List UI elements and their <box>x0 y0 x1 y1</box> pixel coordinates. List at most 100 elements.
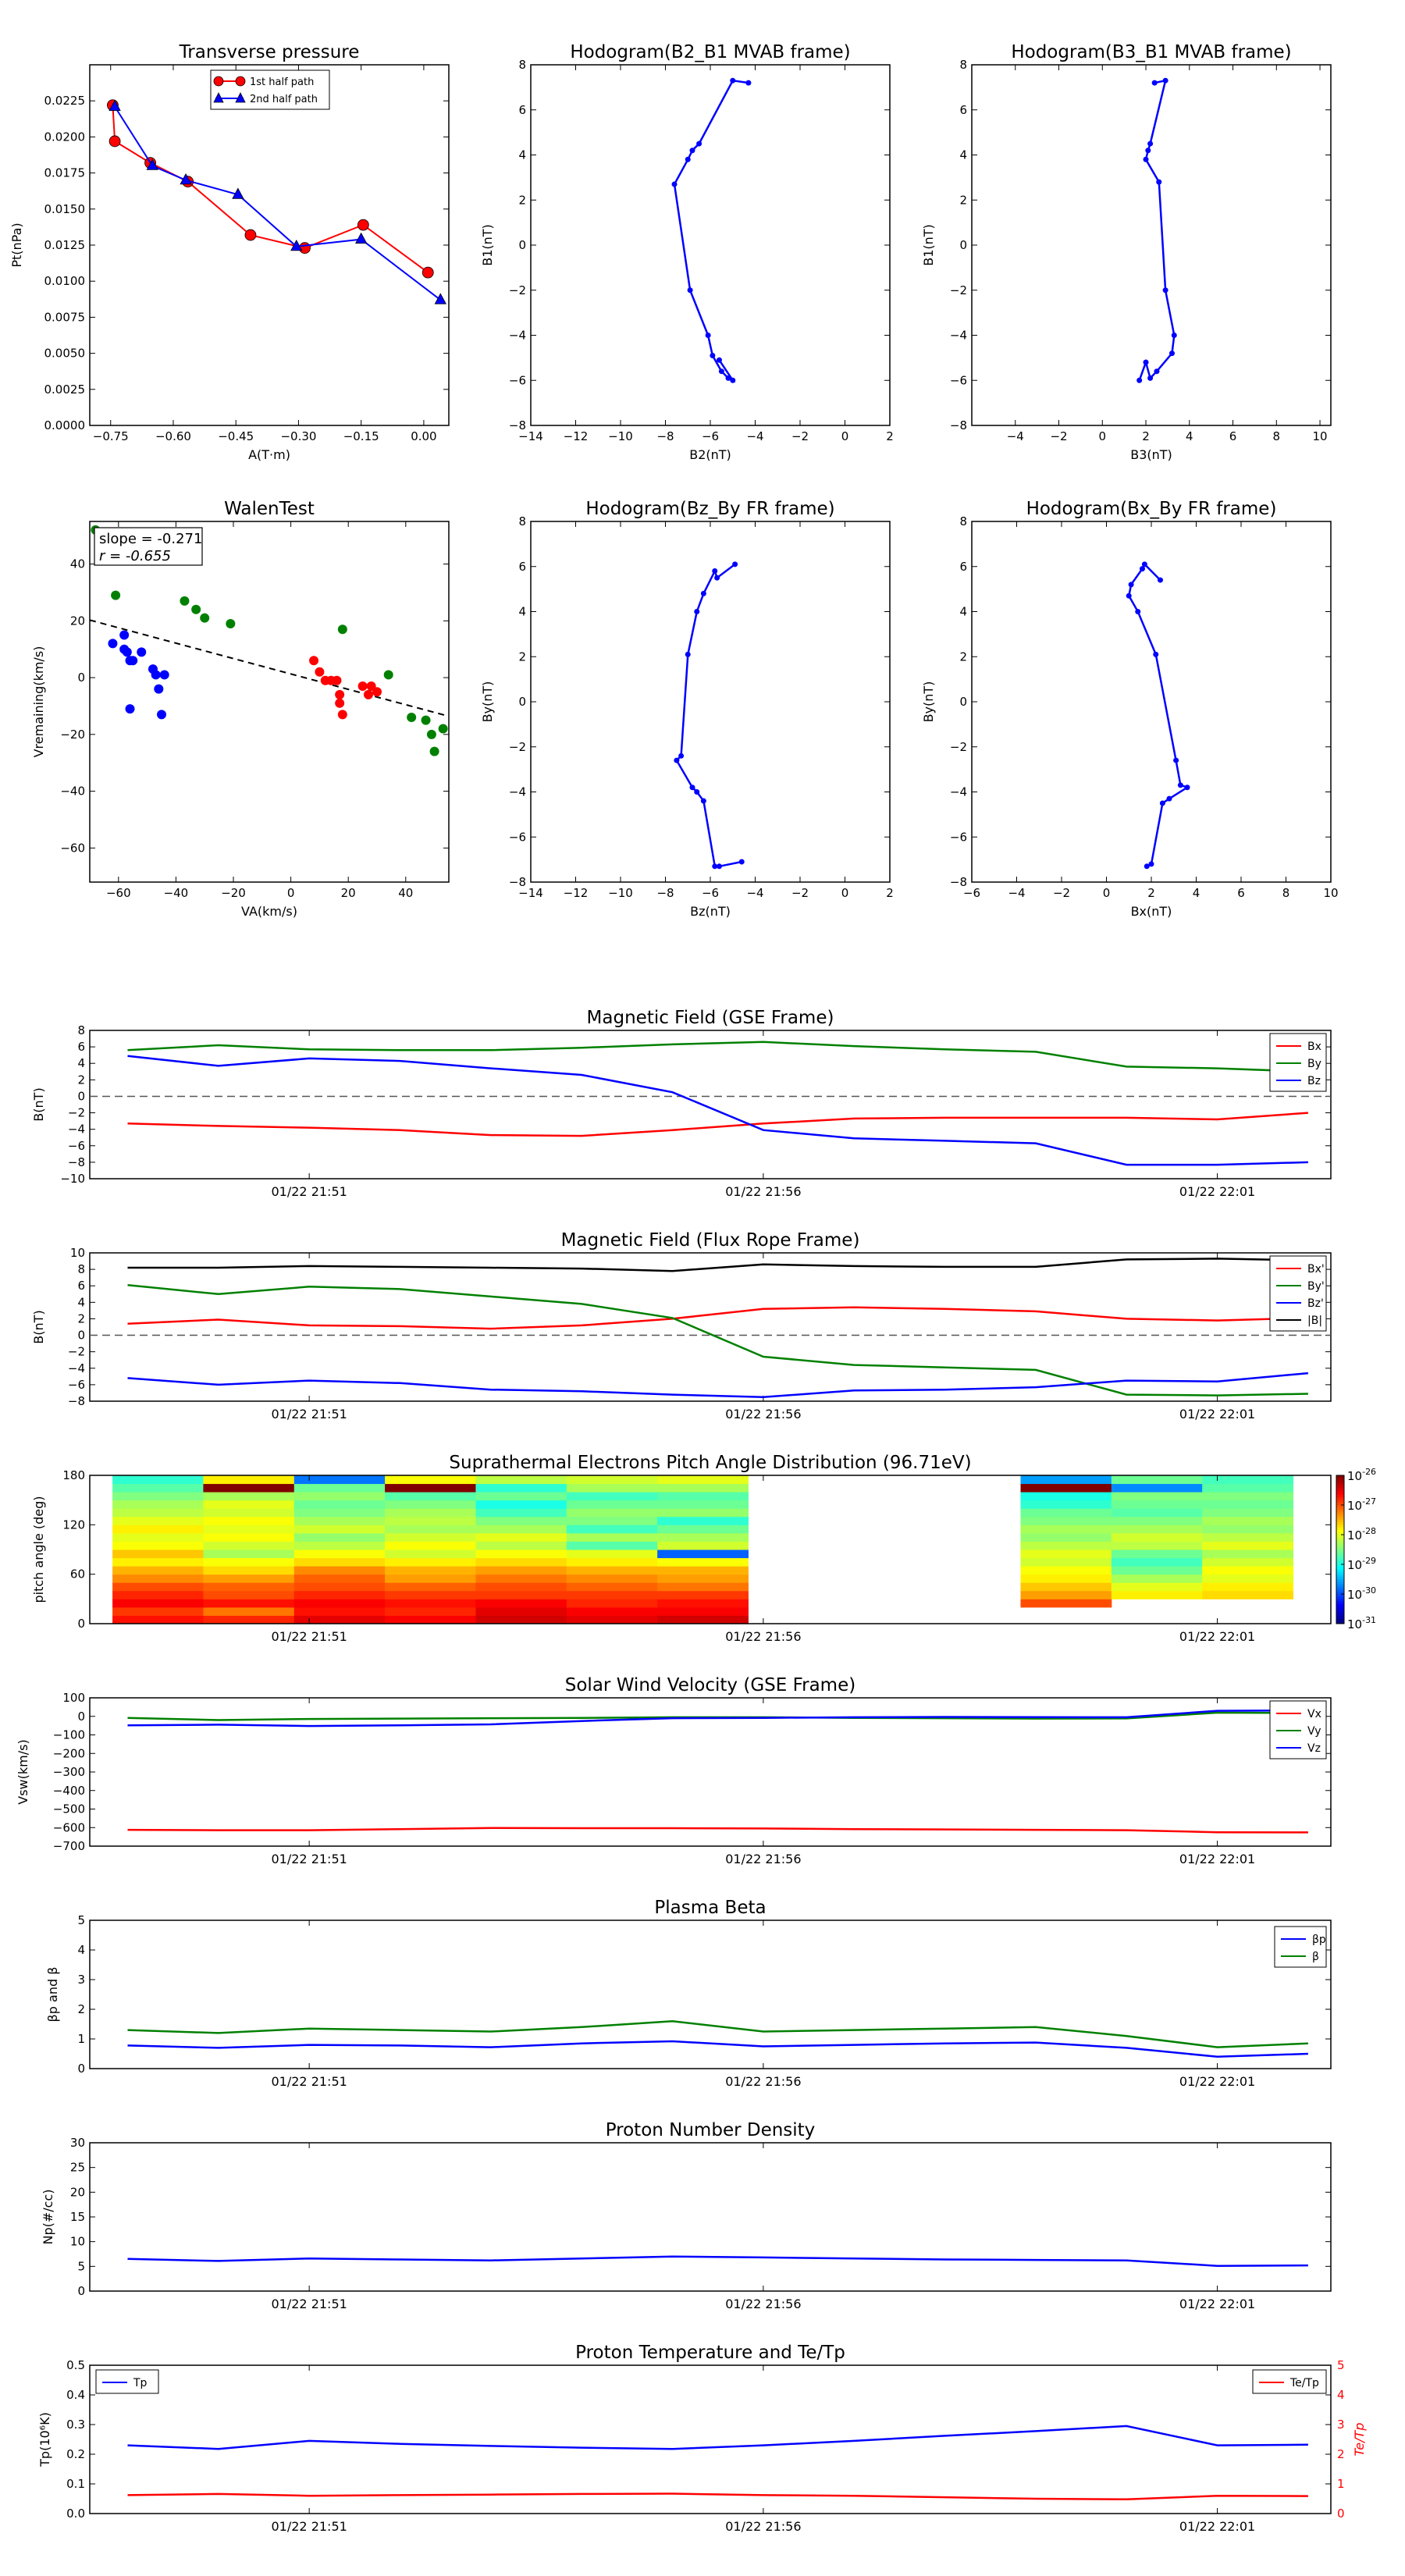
walen-point <box>180 596 190 606</box>
pad-cell <box>657 1532 749 1542</box>
pad-cell <box>1202 1541 1294 1550</box>
h4-point <box>1140 566 1145 572</box>
pt-title: Transverse pressure <box>179 42 360 62</box>
pad-colorbar-cell <box>1336 1601 1344 1605</box>
pad-cell <box>293 1475 386 1485</box>
pad-cell <box>1020 1557 1112 1567</box>
walen-ytick-label: 20 <box>70 614 85 628</box>
pad-cell <box>1020 1516 1112 1525</box>
h4-xtick-label: −2 <box>1053 886 1070 900</box>
pad-cell <box>566 1516 658 1525</box>
pad-xtick-label: 01/22 22:01 <box>1179 1629 1255 1644</box>
h1-ytick-label: −4 <box>509 329 526 343</box>
pad-cell <box>112 1606 204 1616</box>
pad-colorbar-cell <box>1336 1611 1344 1614</box>
pad-colorbar-label: 10-28 <box>1347 1526 1376 1542</box>
np-xtick-label: 01/22 22:01 <box>1179 2297 1255 2311</box>
pad-colorbar-cell <box>1336 1507 1344 1510</box>
pad-cell <box>657 1574 749 1583</box>
tp-right-tick-label: 1 <box>1337 2477 1345 2491</box>
pad-cell <box>293 1525 386 1534</box>
h1-ytick-label: −6 <box>509 373 526 387</box>
h2-point <box>1156 179 1162 185</box>
pad-cell <box>475 1541 567 1550</box>
walen-point <box>111 590 121 600</box>
pad-cell <box>385 1541 476 1550</box>
h1-ytick-label: 0 <box>518 238 526 252</box>
vsw-xtick-label: 01/22 21:56 <box>725 1852 801 1866</box>
pad-cell <box>1202 1557 1294 1567</box>
vsw-ytick-label: −700 <box>53 1839 85 1853</box>
vsw-xtick-label: 01/22 21:51 <box>272 1852 347 1866</box>
h3-point <box>700 590 706 596</box>
pad-cell <box>475 1475 567 1485</box>
h4-point <box>1173 757 1179 763</box>
tp-title: Proton Temperature and Te/Tp <box>575 2343 845 2363</box>
pt-xtick-label: −0.45 <box>218 429 254 443</box>
pad-cell <box>1202 1525 1294 1534</box>
pad-cell <box>112 1541 204 1550</box>
pad-colorbar-cell <box>1336 1522 1344 1525</box>
pad-colorbar-exponent: -30 <box>1362 1585 1376 1596</box>
h1-point <box>717 357 722 363</box>
h1-xlabel: B2(nT) <box>689 447 731 462</box>
pad-cell <box>1020 1599 1112 1608</box>
h3-ytick-label: 4 <box>518 605 526 619</box>
h1-frame <box>530 64 891 426</box>
h4-ytick-label: 6 <box>959 560 967 574</box>
h2-xtick-label: 6 <box>1229 429 1237 443</box>
h4-point <box>1184 785 1190 791</box>
walen-point <box>154 684 164 694</box>
mf-fr-ytick-label: −4 <box>68 1361 85 1375</box>
walen-point <box>128 656 138 666</box>
pad-cell <box>1111 1557 1203 1567</box>
walen-point <box>119 630 130 640</box>
pad-cell <box>293 1508 386 1517</box>
pad-cell <box>1202 1582 1294 1592</box>
h4-point <box>1128 582 1134 588</box>
beta-ytick-label: 4 <box>77 1943 85 1957</box>
h4-point <box>1153 651 1159 657</box>
pad-cell <box>1020 1483 1112 1493</box>
pt-xtick-label: −0.75 <box>93 429 129 443</box>
h3-xtick-label: 0 <box>841 886 849 900</box>
pad-colorbar-cell <box>1336 1594 1344 1597</box>
pad-cell <box>112 1590 204 1599</box>
pad-cell <box>385 1574 476 1583</box>
mf-gse-xtick-label: 01/22 22:01 <box>1179 1184 1255 1199</box>
walen-annotation: slope = -0.271 <box>99 531 202 547</box>
h2-xtick-label: 8 <box>1273 429 1281 443</box>
np-xtick-label: 01/22 21:51 <box>272 2297 347 2311</box>
pad-cell <box>1202 1590 1294 1599</box>
h3-frame <box>530 521 891 883</box>
pad-cell <box>1111 1500 1203 1509</box>
tp-left-legend-label: Tp <box>133 2377 148 2389</box>
walen-xtick-label: 20 <box>341 886 356 900</box>
pad-cell <box>475 1557 567 1567</box>
pad-cell <box>385 1525 476 1534</box>
tp-right-tick-label: 0 <box>1337 2507 1345 2521</box>
walen-point <box>226 618 236 628</box>
tp-xtick-label: 01/22 21:56 <box>725 2519 801 2534</box>
pad-cell <box>566 1532 658 1542</box>
beta-xtick-label: 01/22 22:01 <box>1179 2074 1255 2089</box>
walen-point <box>363 689 373 699</box>
h1-point <box>671 181 678 187</box>
pad-colorbar-cell <box>1336 1579 1344 1582</box>
h4-ytick-label: 8 <box>959 514 967 528</box>
pt-series-line <box>114 106 441 301</box>
h3-ytick-label: −4 <box>509 785 526 799</box>
pad-cell <box>1111 1492 1203 1501</box>
h3-point <box>700 798 706 804</box>
pad-cell <box>203 1508 295 1517</box>
pad-cell <box>112 1574 204 1583</box>
h3-ylabel: By(nT) <box>480 681 495 723</box>
h1-point <box>696 141 702 147</box>
h3-point <box>732 561 738 568</box>
h3-point <box>712 568 718 575</box>
pad-cell <box>566 1508 658 1517</box>
pad-cell <box>1020 1492 1112 1501</box>
pad-cell <box>1202 1574 1294 1583</box>
figure-canvas: Transverse pressure −0.75 −0.60 −0.45 −0.30 −… <box>9 42 1376 2534</box>
tp-xtick-label: 01/22 21:51 <box>272 2519 347 2534</box>
